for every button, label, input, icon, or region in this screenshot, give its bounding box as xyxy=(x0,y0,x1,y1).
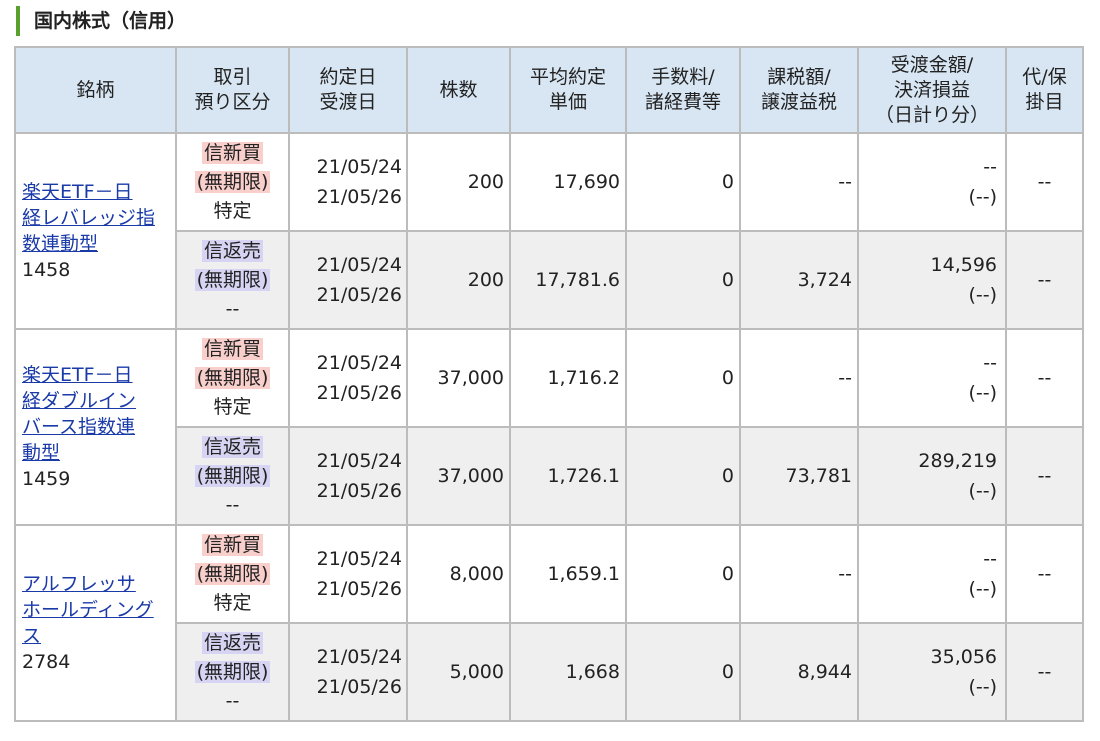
fee-cell: 0 xyxy=(625,524,741,624)
header-trade-type: 取引 預り区分 xyxy=(175,46,290,134)
account-type: 特定 xyxy=(213,395,252,418)
account-type: -- xyxy=(225,493,240,516)
trade-type-cell: 信新買 (無期限) 特定 xyxy=(175,524,290,624)
tax-cell: -- xyxy=(739,524,859,624)
amount-cell: -- (--) xyxy=(857,524,1007,624)
amount-cell: -- (--) xyxy=(857,132,1007,232)
header-dates: 約定日 受渡日 xyxy=(288,46,408,134)
trade-badge-sell: 信返売 xyxy=(201,631,263,654)
term-badge: (無期限) xyxy=(194,366,271,389)
quantity-cell: 37,000 xyxy=(406,426,511,526)
security-code: 1458 xyxy=(22,259,71,281)
trade-type-cell: 信返売 (無期限) -- xyxy=(175,426,290,526)
tax-cell: 3,724 xyxy=(739,230,859,330)
security-cell: アルフレッサ ホールディングス 2784 xyxy=(14,524,177,722)
header-name: 銘柄 xyxy=(14,46,177,134)
price-cell: 17,781.6 xyxy=(509,230,627,330)
trade-badge-buy: 信新買 xyxy=(201,337,263,360)
table-row: 信返売 (無期限) -- 21/05/24 21/05/26 200 17,781.6… xyxy=(15,230,1084,330)
header-fees: 手数料/諸経費等 xyxy=(625,46,741,134)
security-link[interactable]: 楽天ETF－日 経ダブルイン バース指数連 動型 xyxy=(22,362,175,466)
header-quantity: 株数 xyxy=(406,46,511,134)
trade-type-cell: 信新買 (無期限) 特定 xyxy=(175,328,290,428)
date-cell: 21/05/24 21/05/26 xyxy=(288,622,408,722)
trade-type-cell: 信新買 (無期限) 特定 xyxy=(175,132,290,232)
tax-cell: 8,944 xyxy=(739,622,859,722)
fee-cell: 0 xyxy=(625,622,741,722)
security-cell: 楽天ETF－日 経ダブルイン バース指数連 動型 1459 xyxy=(14,328,177,526)
trade-type-cell: 信返売 (無期限) -- xyxy=(175,230,290,330)
proxy-cell: -- xyxy=(1005,426,1084,526)
table-header-row: 銘柄 取引 預り区分 約定日 受渡日 株数 平均約定 単価 手数料/諸経費等 課税額/… xyxy=(14,46,1084,134)
table-row: 楽天ETF－日 経レバレッジ指 数連動型 1458 信新買 (無期限) 特定 21/05… xyxy=(14,132,1084,330)
term-badge: (無期限) xyxy=(194,562,271,585)
quantity-cell: 5,000 xyxy=(406,622,511,722)
amount-cell: 289,219 (--) xyxy=(857,426,1007,526)
account-type: -- xyxy=(225,297,240,320)
fee-cell: 0 xyxy=(625,328,741,428)
account-type: 特定 xyxy=(213,199,252,222)
amount-cell: 14,596 (--) xyxy=(857,230,1007,330)
trade-badge-buy: 信新買 xyxy=(201,141,263,164)
table-row: アルフレッサ ホールディングス 2784 信新買 (無期限) 特定 21/05/24 2… xyxy=(14,524,1084,722)
security-cell: 楽天ETF－日 経レバレッジ指 数連動型 1458 xyxy=(14,132,177,330)
date-cell: 21/05/24 21/05/26 xyxy=(288,132,408,232)
term-badge: (無期限) xyxy=(194,170,271,193)
quantity-cell: 200 xyxy=(406,132,511,232)
trade-type-cell: 信返売 (無期限) -- xyxy=(175,622,290,722)
header-tax: 課税額/譲渡益税 xyxy=(739,46,859,134)
fee-cell: 0 xyxy=(625,230,741,330)
header-avg-price: 平均約定 単価 xyxy=(509,46,627,134)
security-link[interactable]: 楽天ETF－日 経レバレッジ指 数連動型 xyxy=(22,179,175,257)
security-link[interactable]: アルフレッサ ホールディングス xyxy=(22,571,175,649)
date-cell: 21/05/24 21/05/26 xyxy=(288,230,408,330)
quantity-cell: 200 xyxy=(406,230,511,330)
date-cell: 21/05/24 21/05/26 xyxy=(288,524,408,624)
quantity-cell: 37,000 xyxy=(406,328,511,428)
trade-badge-sell: 信返売 xyxy=(201,435,263,458)
amount-cell: -- (--) xyxy=(857,328,1007,428)
table-row: 楽天ETF－日 経ダブルイン バース指数連 動型 1459 信新買 (無期限) 特定 21… xyxy=(14,328,1084,526)
term-badge: (無期限) xyxy=(194,660,271,683)
price-cell: 1,659.1 xyxy=(509,524,627,624)
header-amount-pl: 受渡金額/決済損益 （日計り分） xyxy=(857,46,1007,134)
fee-cell: 0 xyxy=(625,132,741,232)
price-cell: 1,668 xyxy=(509,622,627,722)
section-title: 国内株式（信用） xyxy=(16,6,186,36)
account-type: 特定 xyxy=(213,591,252,614)
proxy-cell: -- xyxy=(1005,524,1084,624)
fee-cell: 0 xyxy=(625,426,741,526)
header-proxy-margin: 代/保 掛目 xyxy=(1005,46,1084,134)
tax-cell: -- xyxy=(739,132,859,232)
proxy-cell: -- xyxy=(1005,328,1084,428)
proxy-cell: -- xyxy=(1005,132,1084,232)
price-cell: 17,690 xyxy=(509,132,627,232)
date-cell: 21/05/24 21/05/26 xyxy=(288,426,408,526)
trade-badge-sell: 信返売 xyxy=(201,239,263,262)
tax-cell: -- xyxy=(739,328,859,428)
security-code: 2784 xyxy=(22,651,71,673)
trade-history-table: 銘柄 取引 預り区分 約定日 受渡日 株数 平均約定 単価 手数料/諸経費等 課税額/… xyxy=(14,46,1084,722)
amount-cell: 35,056 (--) xyxy=(857,622,1007,722)
table-row: 信返売 (無期限) -- 21/05/24 21/05/26 5,000 1,668 … xyxy=(15,622,1084,722)
account-type: -- xyxy=(225,689,240,712)
tax-cell: 73,781 xyxy=(739,426,859,526)
price-cell: 1,726.1 xyxy=(509,426,627,526)
term-badge: (無期限) xyxy=(194,268,271,291)
proxy-cell: -- xyxy=(1005,622,1084,722)
trade-badge-buy: 信新買 xyxy=(201,533,263,556)
term-badge: (無期限) xyxy=(194,464,271,487)
quantity-cell: 8,000 xyxy=(406,524,511,624)
date-cell: 21/05/24 21/05/26 xyxy=(288,328,408,428)
proxy-cell: -- xyxy=(1005,230,1084,330)
price-cell: 1,716.2 xyxy=(509,328,627,428)
security-code: 1459 xyxy=(22,468,71,490)
table-row: 信返売 (無期限) -- 21/05/24 21/05/26 37,000 1,726… xyxy=(15,426,1084,526)
